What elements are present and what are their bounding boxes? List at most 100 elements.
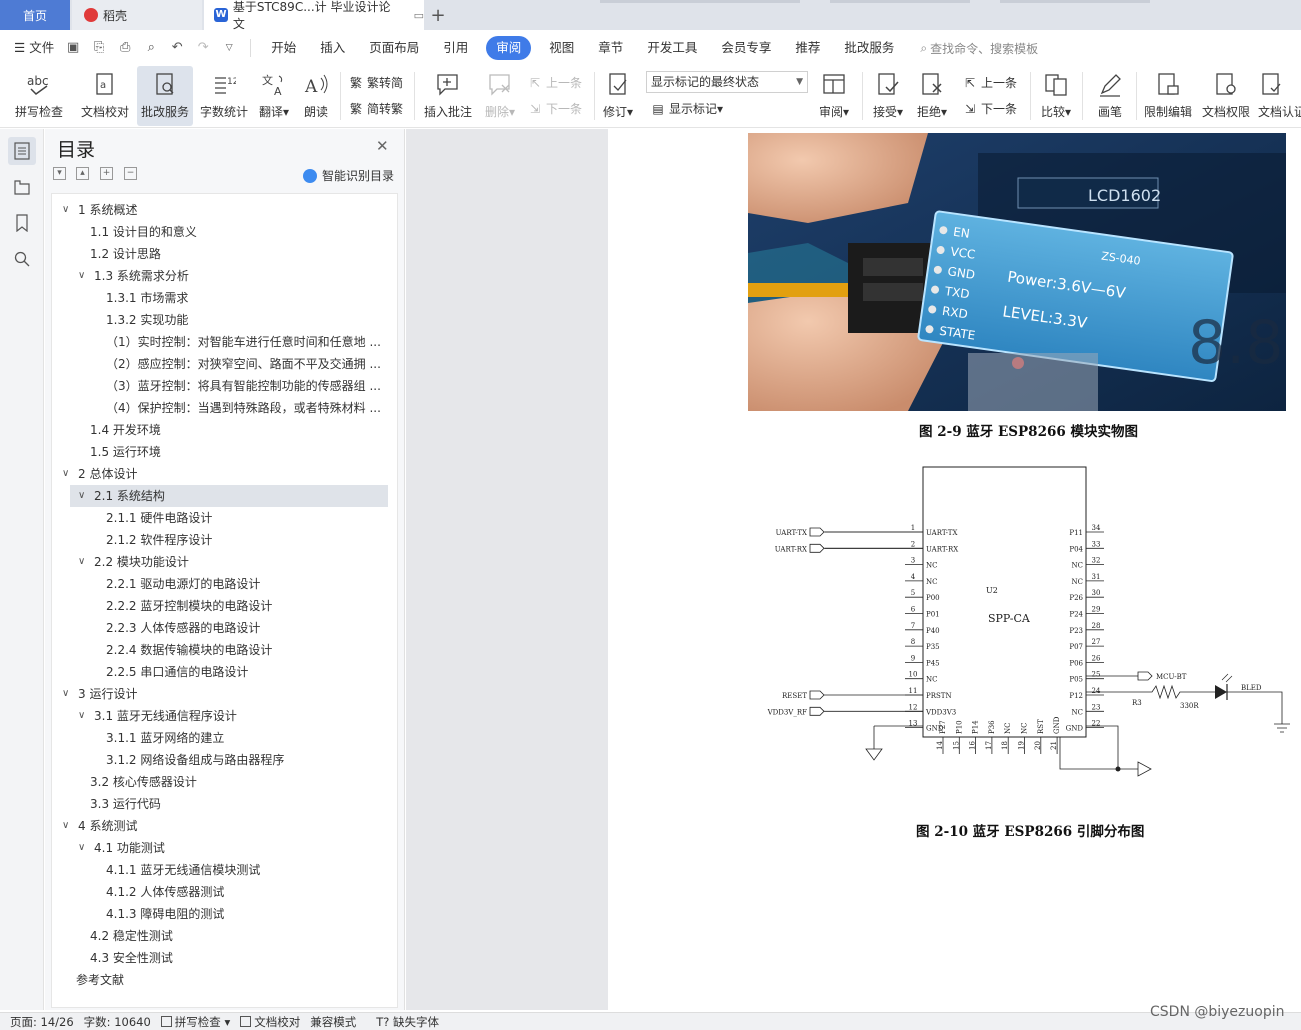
close-icon[interactable]: ✕ <box>376 137 389 155</box>
word-count-indicator[interactable]: 字数: 10640 <box>84 1014 151 1030</box>
new-tab-button[interactable]: + <box>428 0 448 30</box>
chevron-down-icon[interactable]: ∨ <box>78 485 94 507</box>
toc-item[interactable]: 3.3 运行代码 <box>52 793 387 815</box>
print-icon[interactable]: ⎙ <box>116 39 134 57</box>
toc-item[interactable]: ∨ 3 运行设计 <box>52 683 387 705</box>
toc-item[interactable]: ∨ 1 系统概述 <box>52 199 387 221</box>
toc-panel-icon[interactable] <box>8 137 36 165</box>
toc-item[interactable]: ∨ 2.1 系统结构 <box>70 485 388 507</box>
reject-button[interactable]: 拒绝▾ <box>912 66 952 126</box>
menu-tab-3[interactable]: 引用 <box>431 36 480 60</box>
menu-tab-6[interactable]: 章节 <box>586 36 635 60</box>
show-markup-button[interactable]: ▤ 显示标记 ▾ <box>650 100 723 117</box>
prev-comment-button[interactable]: ⇱ 上一条 <box>527 74 582 91</box>
toc-item[interactable]: （1）实时控制：对智能车进行任意时间和任意地 ... <box>52 331 387 353</box>
print-preview-icon[interactable]: ⌕ <box>142 39 160 57</box>
chevron-down-icon[interactable]: ∨ <box>78 837 94 859</box>
toc-item[interactable]: 3.1.2 网络设备组成与路由器程序 <box>52 749 387 771</box>
redo-icon[interactable]: ↷ <box>194 39 212 57</box>
spell-check-toggle[interactable]: 拼写检查 ▾ <box>160 1014 230 1030</box>
toc-item[interactable]: 1.5 运行环境 <box>52 441 387 463</box>
chevron-down-icon[interactable]: ∨ <box>78 551 94 573</box>
page-indicator[interactable]: 页面: 14/26 <box>10 1014 74 1030</box>
toc-item[interactable]: ∨ 2 总体设计 <box>52 463 387 485</box>
chevron-down-icon[interactable]: ∨ <box>62 199 78 221</box>
undo-icon[interactable]: ↶ <box>168 39 186 57</box>
menu-tab-10[interactable]: 批改服务 <box>832 36 906 60</box>
doc-permission-button[interactable]: 文档权限 <box>1198 66 1254 126</box>
correction-service-button[interactable]: 批改服务 <box>137 66 193 126</box>
toc-item[interactable]: 1.4 开发环境 <box>52 419 387 441</box>
markup-state-select[interactable]: 显示标记的最终状态 ▼ <box>646 71 808 93</box>
chevron-down-icon[interactable]: ∨ <box>62 683 78 705</box>
menu-tab-1[interactable]: 插入 <box>308 36 357 60</box>
pen-button[interactable]: 画笔 <box>1088 66 1132 126</box>
tab-daoke[interactable]: 稻壳 <box>72 0 202 30</box>
chevron-down-icon[interactable]: ∨ <box>62 815 78 837</box>
toc-item[interactable]: ∨ 4 系统测试 <box>52 815 387 837</box>
toc-item[interactable]: 2.2.1 驱动电源灯的电路设计 <box>52 573 387 595</box>
save-icon[interactable]: ▣ <box>64 39 82 57</box>
toc-item[interactable]: 4.1.3 障碍电阻的测试 <box>52 903 387 925</box>
toc-item[interactable]: 2.2.5 串口通信的电路设计 <box>52 661 387 683</box>
toc-item[interactable]: 1.1 设计目的和意义 <box>52 221 387 243</box>
missing-font-button[interactable]: T? 缺失字体 <box>366 1014 439 1030</box>
file-menu[interactable]: ☰ 文件 <box>8 36 60 60</box>
to-simplified-button[interactable]: 繁简转繁 <box>348 100 403 117</box>
expand-up-icon[interactable]: ▴ <box>76 167 89 180</box>
toc-item[interactable]: ∨ 3.1 蓝牙无线通信程序设计 <box>52 705 387 727</box>
track-changes-button[interactable]: 修订▾ <box>598 66 638 126</box>
menu-tab-7[interactable]: 开发工具 <box>635 36 709 60</box>
toc-item[interactable]: 2.2.4 数据传输模块的电路设计 <box>52 639 387 661</box>
tab-pin-icon[interactable]: ▭ <box>414 9 424 22</box>
toc-item[interactable]: ∨ 4.1 功能测试 <box>52 837 387 859</box>
remove-heading-icon[interactable]: − <box>124 167 137 180</box>
customize-chevron-icon[interactable]: ▽ <box>220 39 238 57</box>
menu-tab-8[interactable]: 会员专享 <box>709 36 783 60</box>
toc-item[interactable]: （3）蓝牙控制：将具有智能控制功能的传感器组 ... <box>52 375 387 397</box>
doc-check-button[interactable]: a 文档校对 <box>76 66 134 126</box>
prev-change-button[interactable]: ⇱ 上一条 <box>962 74 1017 91</box>
chevron-down-icon[interactable]: ∨ <box>78 265 94 287</box>
next-comment-button[interactable]: ⇲ 下一条 <box>527 100 582 117</box>
chevron-down-icon[interactable]: ∨ <box>62 463 78 485</box>
menu-tab-5[interactable]: 视图 <box>537 36 586 60</box>
collapse-all-icon[interactable]: ▾ <box>53 167 66 180</box>
to-traditional-button[interactable]: 繁繁转简 <box>348 74 403 91</box>
toc-item[interactable]: 4.1.2 人体传感器测试 <box>52 881 387 903</box>
chevron-down-icon[interactable]: ∨ <box>78 705 94 727</box>
export-pdf-icon[interactable]: ⎘ <box>90 39 108 57</box>
chapter-nav-icon[interactable] <box>8 173 36 201</box>
search-icon[interactable] <box>8 245 36 273</box>
read-aloud-button[interactable]: A 朗读 <box>298 66 334 126</box>
add-heading-icon[interactable]: + <box>100 167 113 180</box>
toc-item[interactable]: 1.3.2 实现功能 <box>52 309 387 331</box>
toc-item[interactable]: 1.2 设计思路 <box>52 243 387 265</box>
accept-button[interactable]: 接受▾ <box>868 66 908 126</box>
toc-item[interactable]: 1.3.1 市场需求 <box>52 287 387 309</box>
toc-item[interactable]: 2.1.1 硬件电路设计 <box>52 507 387 529</box>
menu-tab-0[interactable]: 开始 <box>259 36 308 60</box>
review-pane-button[interactable]: 审阅▾ <box>814 66 854 126</box>
menu-tab-4[interactable]: 审阅 <box>486 36 532 60</box>
insert-comment-button[interactable]: 插入批注 <box>420 66 476 126</box>
tab-home[interactable]: 首页 <box>0 0 70 30</box>
toc-item[interactable]: 2.2.2 蓝牙控制模块的电路设计 <box>52 595 387 617</box>
toc-item[interactable]: 3.2 核心传感器设计 <box>52 771 387 793</box>
translate-button[interactable]: 文A 翻译▾ <box>256 66 292 126</box>
delete-comment-button[interactable]: 删除▾ <box>480 66 520 126</box>
doc-auth-button[interactable]: 文档认证 <box>1258 66 1301 126</box>
toc-item[interactable]: 2.1.2 软件程序设计 <box>52 529 387 551</box>
next-change-button[interactable]: ⇲ 下一条 <box>962 100 1017 117</box>
compare-button[interactable]: 比较▾ <box>1036 66 1076 126</box>
restrict-editing-button[interactable]: 限制编辑 <box>1140 66 1196 126</box>
spell-check-button[interactable]: abc 拼写检查 <box>8 66 70 126</box>
toc-item[interactable]: ∨ 1.3 系统需求分析 <box>52 265 387 287</box>
word-count-button[interactable]: 123 字数统计 <box>197 66 251 126</box>
bookmark-icon[interactable] <box>8 209 36 237</box>
tab-document[interactable]: W 基于STC89C...计 毕业设计论文 ▭ <box>204 0 424 31</box>
toc-item[interactable]: 4.2 稳定性测试 <box>52 925 387 947</box>
doc-check-toggle[interactable]: 文档校对 <box>240 1014 300 1030</box>
toc-item[interactable]: 参考文献 <box>52 969 387 991</box>
toc-item[interactable]: 2.2.3 人体传感器的电路设计 <box>52 617 387 639</box>
